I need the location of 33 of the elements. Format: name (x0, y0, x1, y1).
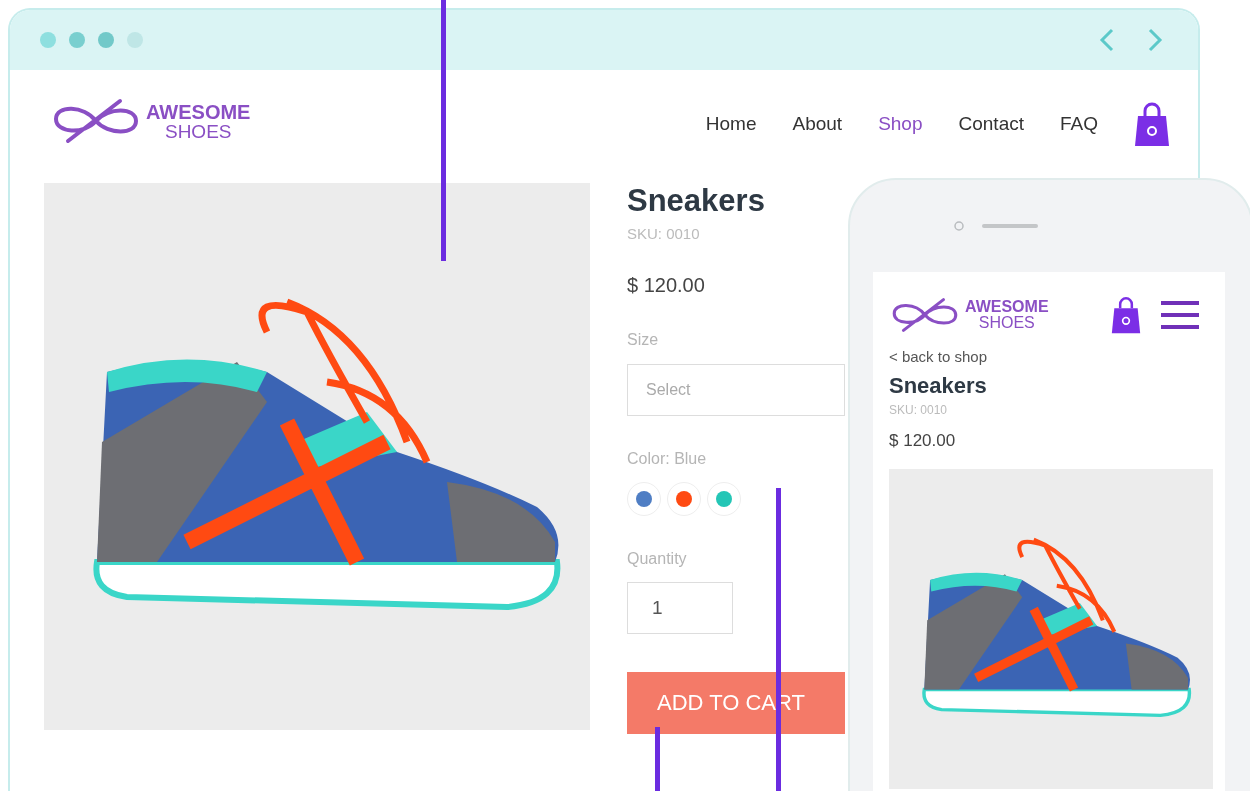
sku-text: SKU: 0010 (627, 225, 701, 242)
product-title: Sneakers (627, 183, 766, 219)
nav-link[interactable]: Home (705, 113, 757, 135)
nav-link[interactable]: Contact (958, 113, 1024, 135)
color-swatch[interactable] (707, 482, 741, 516)
window-dot-icon (40, 32, 56, 48)
nav-link[interactable]: Shop (878, 113, 923, 135)
product-title: Sneakers (889, 373, 988, 399)
logo-text: AWESOME (965, 299, 1049, 315)
logo-text: SHOES (164, 121, 232, 141)
field-label: Quantity (627, 550, 688, 568)
shopping-bag-icon (1134, 102, 1170, 146)
price-text: $ 120.00 (889, 431, 957, 451)
logo-text: AWESOME (146, 101, 251, 122)
field-label: Size (627, 331, 660, 349)
quantity-field[interactable]: 1 (627, 582, 733, 634)
color-swatch[interactable] (667, 482, 701, 516)
logo-text: SHOES (978, 315, 1035, 331)
field-label: Color: Blue (627, 450, 708, 468)
menu-icon (1161, 299, 1199, 331)
nav-link[interactable]: FAQ (1060, 113, 1098, 135)
color-swatch[interactable] (627, 482, 661, 516)
speaker-icon (981, 224, 1038, 228)
window-dot-icon (69, 32, 85, 48)
window-dot-icon (127, 32, 143, 48)
price-text: $ 120.00 (627, 274, 706, 297)
sku-text: SKU: 0010 (889, 403, 949, 417)
nav-link[interactable]: About (792, 113, 843, 135)
window-dot-icon (98, 32, 114, 48)
size-select[interactable]: Select (627, 364, 845, 416)
shopping-bag-icon (1111, 294, 1141, 336)
back-link[interactable]: < back to shop (889, 348, 1211, 365)
camera-icon (953, 221, 964, 231)
